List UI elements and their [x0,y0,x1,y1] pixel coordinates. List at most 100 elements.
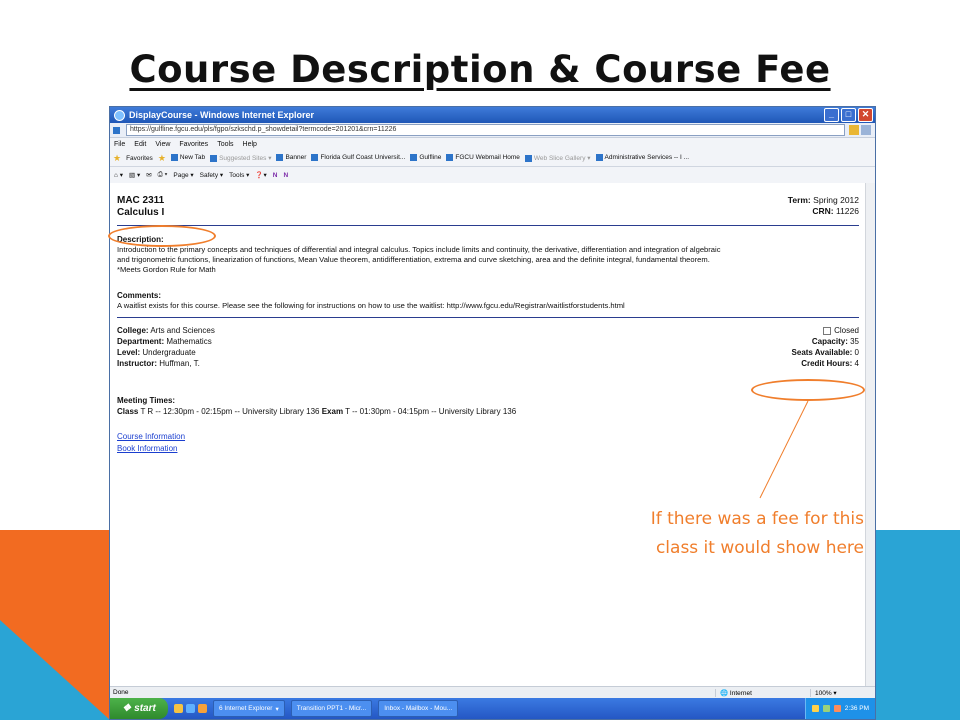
page-icon [113,126,120,134]
help-icon[interactable]: ❓▾ [255,171,266,179]
fav-item-webmail[interactable]: FGCU Webmail Home [446,154,520,162]
fav-item-admin-services[interactable]: Administrative Services -- I ... [595,154,689,162]
college-value: Arts and Sciences [150,326,215,335]
menu-tools[interactable]: Tools [217,141,233,148]
department-value: Mathematics [166,337,212,346]
lock-icon[interactable] [849,125,859,135]
divider [117,317,859,318]
taskbar-button-powerpoint[interactable]: Transition PPT1 - Micr... [290,700,373,717]
fee-annotation: If there was a fee for this class it wou… [604,505,864,563]
window-title: DisplayCourse - Windows Internet Explore… [129,110,314,120]
browser-window: DisplayCourse - Windows Internet Explore… [109,106,876,720]
comments-label: Comments: [117,291,162,300]
term-label: Term: [787,195,811,205]
windows-logo-icon: ❖ [122,703,132,714]
slide-decoration-right [876,530,960,720]
status-bar: Done 🌐 Internet 100% ▾ [110,686,875,698]
exam-label: Exam [321,407,344,416]
maximize-button[interactable]: □ [841,108,856,122]
taskbar-button-ie[interactable]: 6 Internet Explorer ▾ [213,700,285,717]
ie-quicklaunch-icon[interactable] [186,704,195,713]
menu-bar: File Edit View Favorites Tools Help [110,138,875,150]
feeds-icon[interactable]: ▧ ▾ [129,171,140,179]
page-content: MAC 2311 Calculus I Term: Spring 2012 CR… [110,183,875,686]
onenote-icon[interactable]: N [273,172,278,179]
zone-text: Internet [729,689,752,697]
credit-hours-value: 4 [854,359,859,368]
print-icon[interactable]: ⎙ ▾ [158,171,168,179]
slide-decoration-left [0,530,110,720]
outlook-icon[interactable] [174,704,183,713]
menu-view[interactable]: View [155,141,170,148]
fee-annotation-line-1: If there was a fee for this [650,509,864,529]
fee-annotation-line-2: class it would show here [655,538,864,558]
exam-time: T -- 01:30pm - 04:15pm -- University Lib… [345,407,517,416]
description-label: Description: [117,235,164,244]
closed-checkbox [823,326,832,335]
status-text: Done [113,689,129,696]
add-favorite-icon[interactable]: ★ [158,153,166,164]
cmd-page[interactable]: Page ▾ [173,171,193,179]
window-titlebar[interactable]: DisplayCourse - Windows Internet Explore… [110,107,875,123]
course-information-link[interactable]: Course Information [117,431,859,443]
start-button[interactable]: ❖ start [110,698,168,719]
description-line-2: and trigonometric functions, linearizati… [117,255,710,264]
minimize-button[interactable]: _ [824,108,839,122]
vertical-scrollbar[interactable] [865,183,875,686]
fav-item-fgcu[interactable]: Florida Gulf Coast Universit... [311,154,405,162]
fav-item-web-slice-gallery[interactable]: Web Slice Gallery ▾ [524,154,591,162]
crn-value: 11226 [835,206,859,216]
favorites-button[interactable]: Favorites [126,155,153,162]
onenote-send-icon[interactable]: N [283,172,288,179]
cmd-tools[interactable]: Tools ▾ [229,171,249,179]
slide-title: Course Description & Course Fee [129,48,831,91]
zoom-control[interactable]: 100% ▾ [810,688,875,697]
course-code: MAC 2311 [117,195,165,206]
level-label: Level: [117,348,141,357]
system-tray: 2:36 PM [804,698,875,719]
favorites-star-icon[interactable]: ★ [113,153,121,164]
tray-icon[interactable] [822,705,830,712]
book-information-link[interactable]: Book Information [117,443,859,455]
menu-file[interactable]: File [114,141,125,148]
department-label: Department: [117,337,165,346]
divider [117,225,859,226]
course-name: Calculus I [117,207,165,218]
tray-icon[interactable] [833,705,841,712]
favorites-bar: ★ Favorites ★ New Tab Suggested Sites ▾ … [110,150,875,167]
college-label: College: [117,326,149,335]
command-bar: ⌂ ▾ ▧ ▾ ✉ ⎙ ▾ Page ▾ Safety ▾ Tools ▾ ❓▾… [110,167,875,184]
meeting-times-label: Meeting Times: [117,396,176,405]
quick-launch [174,704,207,713]
tray-icon[interactable] [811,705,819,712]
class-label: Class [117,407,139,416]
firefox-icon[interactable] [198,704,207,713]
fav-item-new-tab[interactable]: New Tab [170,154,205,162]
fav-item-suggested-sites[interactable]: Suggested Sites ▾ [210,154,271,162]
globe-icon: 🌐 [720,689,729,697]
menu-edit[interactable]: Edit [134,141,146,148]
menu-favorites[interactable]: Favorites [179,141,208,148]
instructor-label: Instructor: [117,359,157,368]
seats-available-value: 0 [854,348,859,357]
class-time: T R -- 12:30pm - 02:15pm -- University L… [140,407,320,416]
description-line-1: Introduction to the primary concepts and… [117,245,721,254]
mail-icon[interactable]: ✉ [146,171,151,179]
home-icon[interactable]: ⌂ ▾ [114,171,123,179]
clock[interactable]: 2:36 PM [845,705,869,712]
fee-highlight-ellipse [751,379,865,401]
refresh-icon[interactable] [861,125,871,135]
address-field[interactable]: https://gulfline.fgcu.edu/pls/fgpo/szksc… [126,124,845,136]
comments-text: A waitlist exists for this course. Pleas… [117,301,625,310]
menu-help[interactable]: Help [243,141,257,148]
fav-item-banner[interactable]: Banner [276,154,306,162]
taskbar-button-inbox[interactable]: Inbox - Mailbox - Mou... [378,700,459,717]
crn-label: CRN: [812,206,834,216]
closed-label: Closed [834,326,859,335]
credit-hours-label: Credit Hours: [801,359,853,368]
cmd-safety[interactable]: Safety ▾ [200,171,224,179]
description-highlight-ellipse [108,225,216,247]
fav-item-gulfline[interactable]: Gulfline [410,154,441,162]
close-button[interactable]: ✕ [858,108,873,122]
level-value: Undergraduate [142,348,196,357]
